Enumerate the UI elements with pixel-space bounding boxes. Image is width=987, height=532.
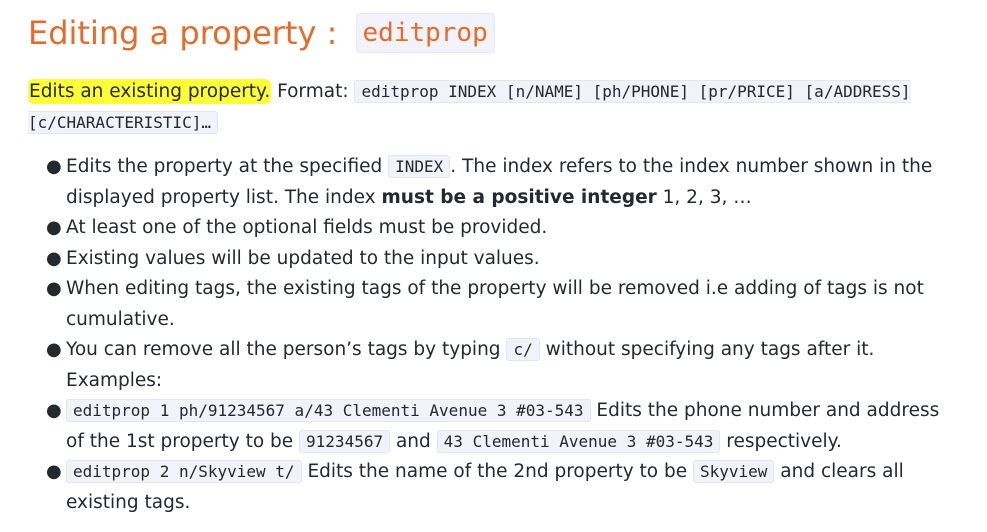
example-command-code: editprop 1 ph/91234567 a/43 Clementi Ave… bbox=[66, 399, 591, 422]
list-item: ● editprop 1 ph/91234567 a/43 Clementi Av… bbox=[46, 396, 959, 457]
bullet-icon: ● bbox=[46, 217, 62, 238]
list-item-text: Edits the property at the specified bbox=[66, 156, 389, 177]
title-command-code: editprop bbox=[355, 13, 495, 53]
list-item-text: When editing tags, the existing tags of … bbox=[66, 278, 924, 330]
list-item: ● When editing tags, the existing tags of… bbox=[46, 274, 959, 335]
bullet-icon: ● bbox=[46, 339, 62, 360]
list-item-text: and bbox=[390, 430, 437, 452]
bold-text: must be a positive integer bbox=[381, 186, 657, 208]
inline-code: c/ bbox=[506, 338, 540, 361]
title-text: Editing a property : bbox=[28, 14, 348, 52]
list-item-text: You can remove all the person’s tags by … bbox=[66, 339, 507, 360]
page-title: Editing a property : editprop bbox=[28, 10, 959, 56]
format-label: Format: bbox=[271, 81, 355, 102]
list-item: ● Existing values will be updated to the … bbox=[46, 244, 959, 275]
list-item: ● editprop 2 n/Skyview t/ Edits the name … bbox=[46, 457, 959, 518]
highlighted-text: Edits an existing property. bbox=[28, 79, 272, 104]
list-item-text: 1, 2, 3, … bbox=[656, 186, 752, 208]
details-list: ● Edits the property at the specified IND… bbox=[28, 152, 959, 518]
list-item: ● Edits the property at the specified IND… bbox=[46, 152, 959, 213]
doc-page: Editing a property : editprop Edits an e… bbox=[0, 0, 987, 532]
intro-paragraph: Edits an existing property. Format: edit… bbox=[28, 76, 959, 138]
example-command-code: editprop 2 n/Skyview t/ bbox=[66, 460, 302, 483]
list-item-text: Existing values will be updated to the i… bbox=[66, 247, 540, 269]
bullet-icon: ● bbox=[46, 156, 62, 177]
inline-code: INDEX bbox=[388, 155, 451, 178]
list-item-text: Edits the name of the 2nd property to be bbox=[301, 461, 693, 482]
inline-code: 43 Clementi Avenue 3 #03-543 bbox=[436, 429, 721, 453]
inline-code: 91234567 bbox=[299, 429, 391, 453]
bullet-icon: ● bbox=[46, 400, 62, 421]
inline-code: Skyview bbox=[692, 460, 775, 483]
bullet-icon: ● bbox=[46, 461, 62, 482]
list-item: ● At least one of the optional fields mus… bbox=[46, 213, 959, 244]
list-item-text: At least one of the optional fields must… bbox=[66, 217, 548, 238]
bullet-icon: ● bbox=[46, 247, 62, 269]
bullet-icon: ● bbox=[46, 278, 62, 299]
list-item: ● You can remove all the person’s tags by… bbox=[46, 335, 959, 396]
list-item-text: respectively. bbox=[720, 430, 842, 452]
